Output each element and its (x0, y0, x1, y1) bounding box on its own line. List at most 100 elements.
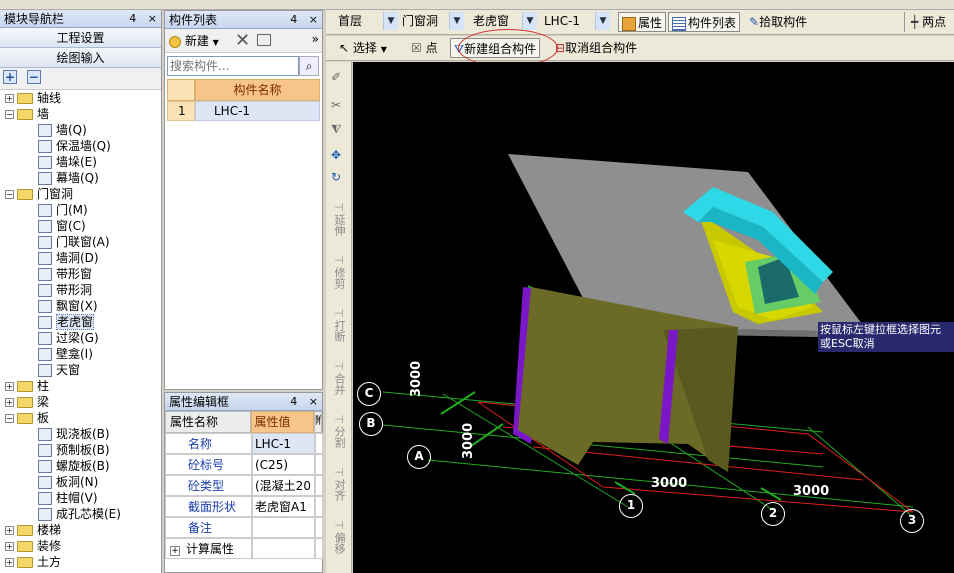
tree-folder[interactable]: − 墙 (5, 106, 49, 122)
vertical-tool[interactable]: ⊣ 合并 (328, 361, 350, 396)
expand-icon[interactable]: + (170, 546, 180, 556)
tree-folder[interactable]: + 柱 (5, 378, 49, 394)
search-icon[interactable]: ⌕ (299, 56, 319, 76)
tree-folder[interactable]: + 梁 (5, 394, 49, 410)
column-header-name[interactable]: 构件名称 (195, 79, 320, 101)
component-search-input[interactable] (167, 56, 299, 76)
vertical-tool[interactable]: ⊣ 打断 (328, 308, 350, 343)
tree-item[interactable]: 门(M) (38, 202, 88, 218)
row-name: LHC-1 (195, 101, 320, 121)
property-value[interactable] (252, 517, 315, 538)
mirror-icon[interactable]: ⧨ (331, 122, 342, 137)
tree-item[interactable]: 带形洞 (38, 282, 92, 298)
property-row[interactable]: 砼标号 (C25) (165, 454, 323, 475)
tree-item[interactable]: 老虎窗 (38, 314, 95, 330)
move-icon[interactable]: ✥ (331, 148, 341, 162)
close-icon[interactable]: × (309, 395, 318, 408)
property-value[interactable]: (混凝土20 (252, 475, 315, 496)
delete-icon[interactable]: ✕ (235, 30, 250, 51)
property-row[interactable]: 备注 (165, 517, 323, 538)
vertical-tool[interactable]: ⊣ 分割 (328, 414, 350, 449)
property-row[interactable]: 截面形状 老虎窗A1 (165, 496, 323, 517)
property-row[interactable]: 名称 LHC-1 (165, 433, 323, 454)
drawing-viewport[interactable]: C B A 1 2 3 3000 3000 3000 3000 按鼠标左键拉框选… (353, 62, 954, 573)
tree-item[interactable]: 螺旋板(B) (38, 458, 110, 474)
property-value[interactable]: 老虎窗A1 (252, 496, 315, 517)
property-value[interactable]: (C25) (252, 454, 315, 475)
expand-icon[interactable]: + (5, 94, 14, 103)
component-list-label: 构件列表 (688, 16, 737, 30)
vertical-tool[interactable]: ⊣ 对齐 (328, 467, 350, 502)
close-icon[interactable]: × (148, 12, 157, 25)
tree-folder[interactable]: + 土方 (5, 554, 61, 570)
tree-item[interactable]: 板洞(N) (38, 474, 98, 490)
tree-item[interactable]: 现浇板(B) (38, 426, 110, 442)
collapse-icon[interactable]: − (5, 110, 14, 119)
tree-item[interactable]: 带形窗 (38, 266, 92, 282)
pin-icon[interactable]: 4 (129, 12, 136, 25)
point-icon: ☒ (411, 41, 422, 55)
tree-item[interactable]: 墙洞(D) (38, 250, 99, 266)
property-row[interactable]: 砼类型 (混凝土20 (165, 475, 323, 496)
tree-item[interactable]: 飘窗(X) (38, 298, 98, 314)
expand-icon[interactable]: + (5, 526, 14, 535)
two-point-button[interactable]: ┿ 两点 (904, 12, 949, 32)
attribute-button[interactable]: 属性 (618, 12, 667, 32)
select-button[interactable]: ↖ 选择 ▼ (336, 38, 390, 58)
remove-icon[interactable]: − (26, 70, 41, 84)
tree-folder[interactable]: − 板 (5, 410, 49, 426)
expand-icon[interactable]: + (5, 382, 14, 391)
expand-icon[interactable]: + (5, 398, 14, 407)
collapse-icon[interactable]: − (5, 414, 14, 423)
project-settings-button[interactable]: 工程设置 (0, 28, 161, 48)
tree-item[interactable]: 窗(C) (38, 218, 86, 234)
new-component-button[interactable]: 新建 ▼ (169, 32, 219, 49)
drawing-input-button[interactable]: 绘图输入 (0, 48, 161, 68)
expand-icon[interactable]: + (5, 542, 14, 551)
tree-item[interactable]: 过梁(G) (38, 330, 99, 346)
property-value[interactable]: LHC-1 (252, 433, 315, 454)
tree-folder[interactable]: + 装修 (5, 538, 61, 554)
component-table: 构件名称 1 LHC-1 (167, 79, 322, 121)
scissors-icon[interactable]: ✂ (331, 98, 341, 112)
tree-item[interactable]: 成孔芯模(E) (38, 506, 121, 522)
vertical-tool[interactable]: ⊣ 偏移 (328, 520, 350, 555)
component-list-button[interactable]: 构件列表 (668, 12, 741, 32)
vertical-tool[interactable]: ⊣ 延伸 (328, 202, 350, 237)
tree-item[interactable]: 壁龛(I) (38, 346, 93, 362)
rotate-icon[interactable]: ↻ (331, 170, 341, 184)
axis-label-2: 2 (761, 502, 785, 526)
property-row[interactable]: + 计算属性 (165, 538, 323, 559)
tree-item[interactable]: 柱帽(V) (38, 490, 98, 506)
tree-item[interactable]: 预制板(B) (38, 442, 110, 458)
pin-icon[interactable]: 4 (290, 395, 297, 408)
vertical-tool[interactable]: ⊣ 修剪 (328, 255, 350, 290)
floor-select[interactable]: 首层 ▼ (334, 12, 398, 32)
tree-folder[interactable]: + 轴线 (5, 90, 61, 106)
close-icon[interactable]: × (309, 13, 318, 26)
cancel-group-component-button[interactable]: ⊟取消组合构件 (552, 38, 640, 58)
tree-item[interactable]: 墙垛(E) (38, 154, 97, 170)
property-value[interactable] (252, 538, 315, 559)
pick-component-button[interactable]: ✎拾取构件 (746, 12, 810, 32)
tree-item[interactable]: 保温墙(Q) (38, 138, 111, 154)
tree-item-label: 螺旋板(B) (56, 459, 110, 473)
tree-item[interactable]: 天窗 (38, 362, 80, 378)
component-select[interactable]: LHC-1 ▼ (540, 12, 610, 32)
add-icon[interactable]: + (3, 70, 17, 84)
table-row[interactable]: 1 LHC-1 (167, 101, 322, 121)
tree-item[interactable]: 墙(Q) (38, 122, 87, 138)
collapse-icon[interactable]: − (5, 190, 14, 199)
tree-folder[interactable]: − 门窗洞 (5, 186, 73, 202)
tree-item[interactable]: 门联窗(A) (38, 234, 110, 250)
tree-folder[interactable]: + 楼梯 (5, 522, 61, 538)
expand-icon[interactable]: + (5, 558, 14, 567)
point-button[interactable]: ☒ 点 (408, 38, 441, 58)
chevron-down-icon: ▼ (212, 38, 219, 47)
pencil-icon[interactable]: ✐ (331, 70, 341, 84)
more-button[interactable]: » (312, 32, 319, 46)
category-select[interactable]: 门窗洞 ▼ (398, 12, 464, 32)
pin-icon[interactable]: 4 (290, 13, 297, 26)
copy-icon[interactable] (257, 34, 271, 46)
tree-item[interactable]: 幕墙(Q) (38, 170, 99, 186)
